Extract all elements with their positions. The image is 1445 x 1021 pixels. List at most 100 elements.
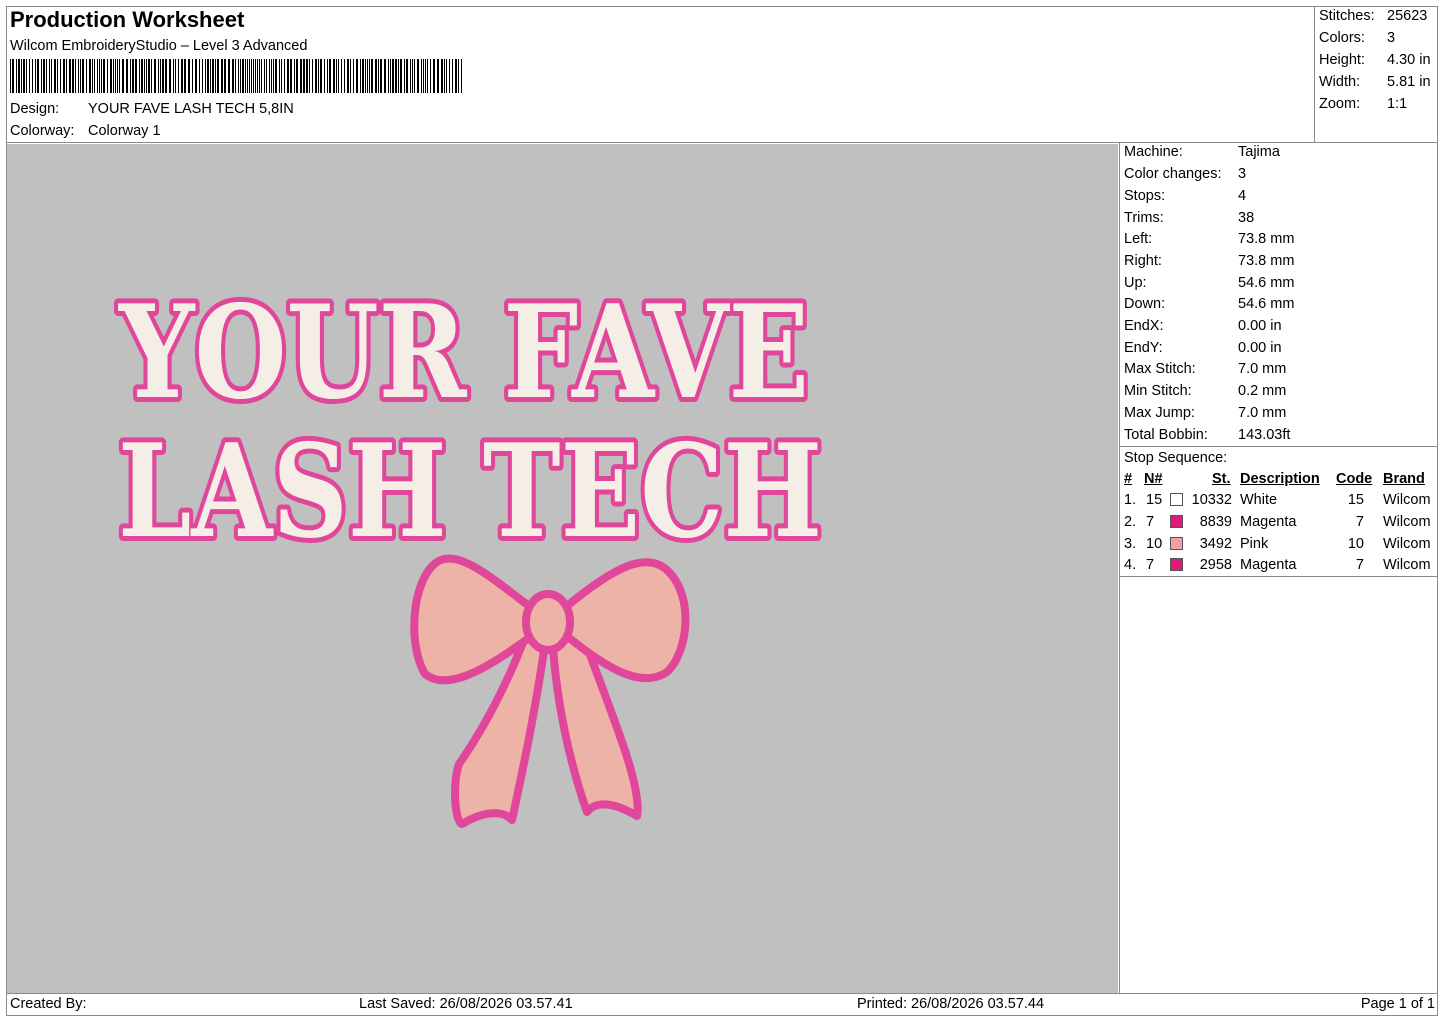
row-stitches: 3492: [1199, 536, 1232, 552]
col-brand: Brand: [1383, 471, 1425, 487]
machine-label: Trims:: [1124, 210, 1164, 226]
barcode: [10, 59, 462, 93]
machine-value: 73.8 mm: [1238, 231, 1295, 247]
machine-label: Max Stitch:: [1124, 361, 1196, 377]
machine-label: Down:: [1124, 296, 1166, 312]
sequence-divider: [1119, 576, 1438, 577]
color-swatch: [1170, 515, 1183, 528]
row-brand: Wilcom: [1383, 492, 1431, 508]
summary-row: Stitches: 25623: [1319, 5, 1437, 27]
machine-label: Left:: [1124, 231, 1153, 247]
machine-label: Min Stitch:: [1124, 383, 1192, 399]
machine-value: 38: [1238, 210, 1255, 226]
machine-value: 0.00 in: [1238, 340, 1282, 356]
stop-sequence-row: 3. 10 3492 Pink 10 Wilcom: [1120, 533, 1438, 555]
row-brand: Wilcom: [1383, 536, 1431, 552]
row-stitches: 2958: [1199, 557, 1232, 573]
machine-value: 7.0 mm: [1238, 405, 1287, 421]
row-stitches: 8839: [1199, 514, 1232, 530]
stop-sequence-title: Stop Sequence:: [1124, 450, 1228, 466]
design-label: Design:: [10, 101, 60, 117]
page-title: Production Worksheet: [10, 7, 245, 32]
machine-value: 0.2 mm: [1238, 383, 1287, 399]
summary-divider: [1314, 6, 1315, 143]
row-needle: 15: [1146, 492, 1163, 508]
summary-value: 25623: [1387, 8, 1428, 24]
summary-row: Zoom: 1:1: [1319, 93, 1437, 115]
summary-value: 1:1: [1387, 96, 1408, 112]
col-description: Description: [1240, 471, 1320, 487]
machine-label: EndX:: [1124, 318, 1164, 334]
summary-label: Height:: [1319, 52, 1365, 68]
machine-label: Up:: [1124, 275, 1147, 291]
summary-value: 5.81 in: [1387, 74, 1431, 90]
colorway-label: Colorway:: [10, 123, 75, 139]
machine-value: 54.6 mm: [1238, 275, 1295, 291]
row-code: 10: [1347, 536, 1364, 552]
color-swatch: [1170, 558, 1183, 571]
row-description: Pink: [1240, 536, 1269, 552]
row-brand: Wilcom: [1383, 557, 1431, 573]
bow-graphic: [410, 554, 690, 828]
col-code: Code: [1336, 471, 1373, 487]
machine-label: Total Bobbin:: [1124, 427, 1208, 443]
software-name: Wilcom EmbroideryStudio – Level 3 Advanc…: [10, 38, 308, 54]
row-brand: Wilcom: [1383, 514, 1431, 530]
design-text-line2: LASH TECH: [118, 417, 822, 567]
row-number: 4.: [1124, 557, 1137, 573]
machine-label: Color changes:: [1124, 166, 1222, 182]
colorway-value: Colorway 1: [88, 123, 161, 139]
design-preview: YOUR FAVE LASH TECH: [7, 144, 1118, 993]
row-description: White: [1240, 492, 1278, 508]
footer-divider: [6, 993, 1438, 994]
col-number: #: [1124, 471, 1133, 487]
row-code: 7: [1355, 557, 1364, 573]
summary-row: Height: 4.30 in: [1319, 49, 1437, 71]
summary-row: Width: 5.81 in: [1319, 71, 1437, 93]
row-number: 1.: [1124, 492, 1137, 508]
design-text-group: YOUR FAVE LASH TECH: [112, 273, 827, 572]
row-needle: 7: [1146, 514, 1155, 530]
footer-page-number: Page 1 of 1: [1360, 996, 1435, 1012]
summary-label: Zoom:: [1319, 96, 1361, 112]
stop-sequence-row: 2. 7 8839 Magenta 7 Wilcom: [1120, 511, 1438, 533]
machine-value: 0.00 in: [1238, 318, 1282, 334]
row-needle: 10: [1146, 536, 1163, 552]
row-number: 3.: [1124, 536, 1137, 552]
footer-printed: Printed: 26/08/2026 03.57.44: [857, 996, 1045, 1012]
machine-label: Max Jump:: [1124, 405, 1195, 421]
stop-sequence-row: 1. 15 10332 White 15 Wilcom: [1120, 489, 1438, 511]
row-code: 15: [1347, 492, 1364, 508]
summary-label: Stitches:: [1319, 8, 1375, 24]
bow-knot: [522, 590, 574, 654]
summary-label: Colors:: [1319, 30, 1365, 46]
embroidery-preview: YOUR FAVE LASH TECH: [112, 273, 827, 828]
machine-value: 73.8 mm: [1238, 253, 1295, 269]
machine-label: Stops:: [1124, 188, 1166, 204]
color-swatch: [1170, 537, 1183, 550]
machine-value: Tajima: [1238, 144, 1280, 160]
col-needle: N#: [1144, 471, 1163, 487]
color-swatch: [1170, 493, 1183, 506]
stop-sequence-header: # N# St. Description Code Brand: [1120, 468, 1438, 490]
machine-value: 3: [1238, 166, 1247, 182]
row-number: 2.: [1124, 514, 1137, 530]
machine-value: 54.6 mm: [1238, 296, 1295, 312]
design-value: YOUR FAVE LASH TECH 5,8IN: [88, 101, 294, 117]
summary-value: 4.30 in: [1387, 52, 1431, 68]
design-text-line1: YOUR FAVE: [117, 278, 809, 428]
col-stitches: St.: [1212, 471, 1231, 487]
footer-last-saved: Last Saved: 26/08/2026 03.57.41: [359, 996, 573, 1012]
stop-sequence-row: 4. 7 2958 Magenta 7 Wilcom: [1120, 554, 1438, 576]
row-stitches: 10332: [1191, 492, 1232, 508]
machine-label: EndY:: [1124, 340, 1163, 356]
machine-label: Right:: [1124, 253, 1162, 269]
row-description: Magenta: [1240, 557, 1297, 573]
colorway-row: Colorway: Colorway 1: [10, 120, 610, 142]
machine-label: Machine:: [1124, 144, 1183, 160]
footer-created-by: Created By:: [10, 996, 87, 1012]
design-row: Design: YOUR FAVE LASH TECH 5,8IN: [10, 98, 610, 120]
machine-value: 4: [1238, 188, 1247, 204]
summary-value: 3: [1387, 30, 1396, 46]
machine-value: 7.0 mm: [1238, 361, 1287, 377]
